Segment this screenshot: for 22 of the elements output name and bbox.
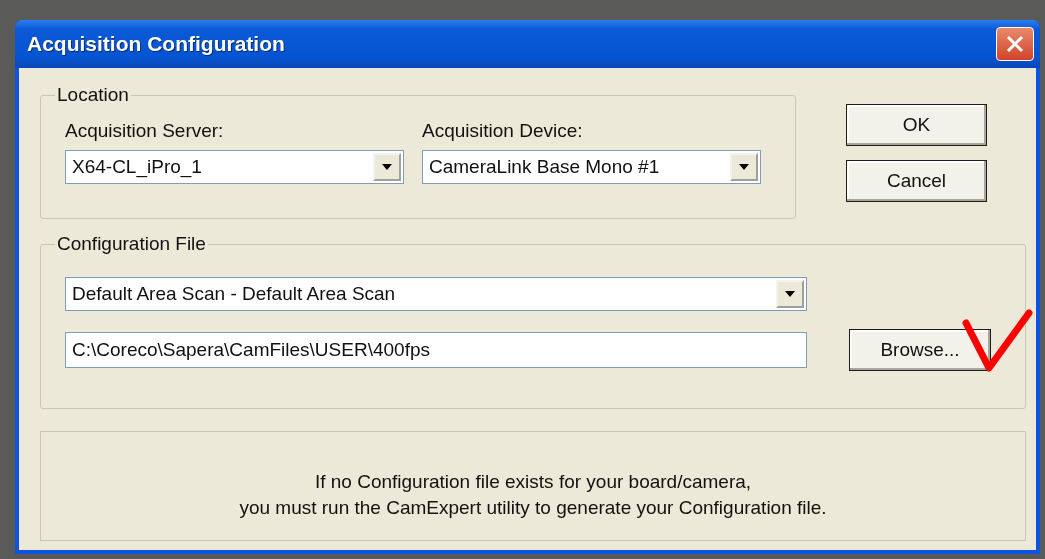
dropdown-button[interactable]: [730, 153, 758, 181]
field-label: Acquisition Server:: [65, 120, 225, 142]
caret-icon: [739, 164, 749, 170]
group-title: Configuration File: [56, 233, 207, 255]
dialog-button[interactable]: OK: [846, 104, 987, 146]
caret-icon: [785, 291, 795, 297]
dropdown[interactable]: X64-CL_iPro_1: [65, 150, 404, 184]
path-field[interactable]: C:\Coreco\Sapera\CamFiles\USER\400fps: [65, 332, 807, 368]
caret-icon: [382, 164, 392, 170]
dropdown-button[interactable]: [373, 153, 401, 181]
dropdown[interactable]: CameraLink Base Mono #1: [422, 150, 761, 184]
close-button[interactable]: [996, 27, 1034, 61]
dropdown-button[interactable]: [776, 280, 804, 308]
group-title: Location: [56, 84, 130, 106]
browse-button[interactable]: Browse...: [849, 329, 991, 371]
close-icon: [1006, 35, 1024, 53]
info-text: If no Configuration file exists for your board/camera,: [314, 470, 752, 494]
window-title: Acquisition Configuration: [27, 32, 285, 56]
dropdown[interactable]: Default Area Scan - Default Area Scan: [65, 277, 807, 311]
field-label: Acquisition Device:: [422, 120, 584, 142]
dialog-button[interactable]: Cancel: [846, 160, 987, 202]
info-text: you must run the CamExpert utility to generate your Configuration file.: [239, 496, 827, 520]
